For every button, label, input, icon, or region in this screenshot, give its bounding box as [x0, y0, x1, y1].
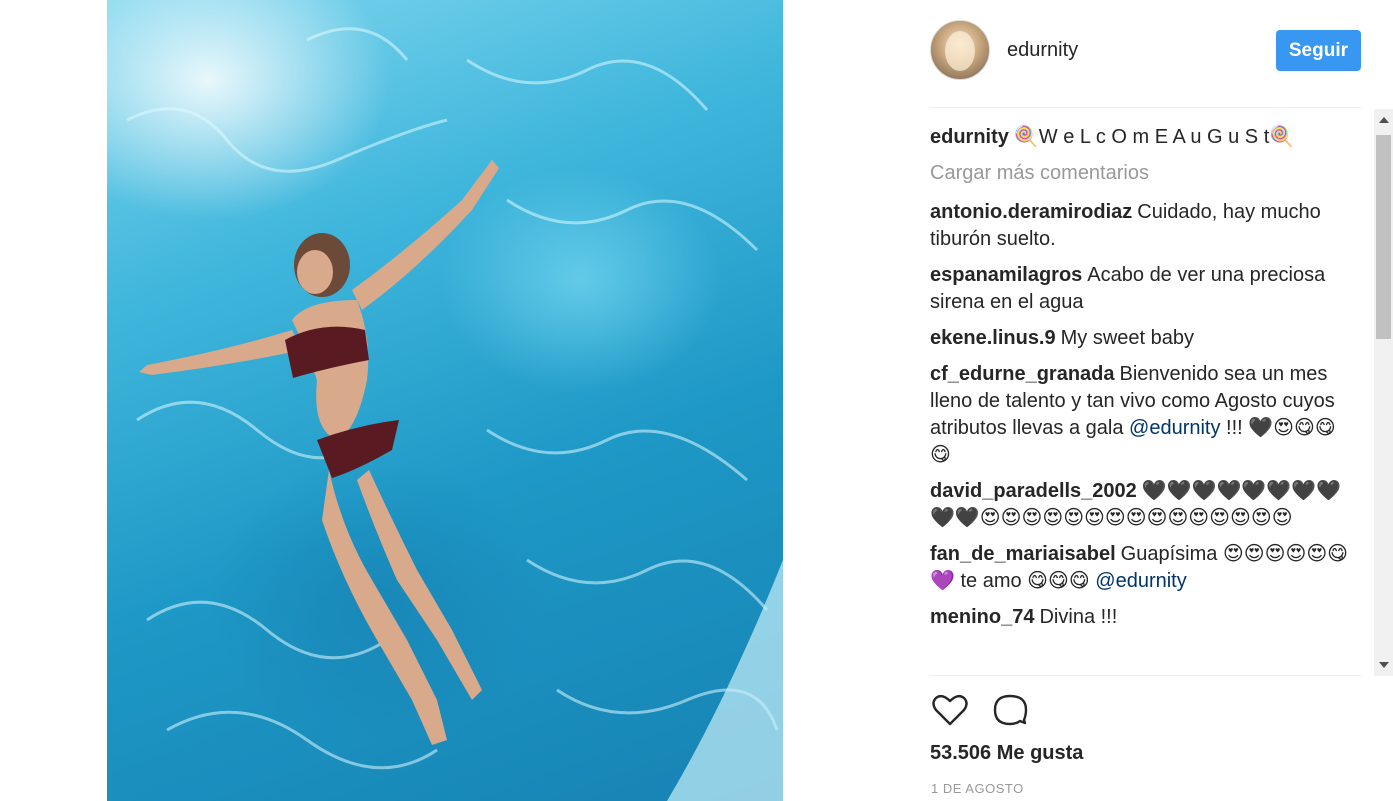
- comments-scrollbar[interactable]: [1374, 109, 1393, 676]
- load-more-comments-link[interactable]: Cargar más comentarios: [930, 160, 1370, 187]
- list-item: fan_de_mariaisabel Guapísima 😍😍😍😍😍😋💜 te a…: [930, 541, 1350, 595]
- list-item: ekene.linus.9 My sweet baby: [930, 325, 1350, 352]
- post-date[interactable]: 1 DE AGOSTO: [931, 781, 1024, 796]
- comment-username[interactable]: cf_edurne_granada: [930, 363, 1115, 385]
- comment-username[interactable]: antonio.deramirodiaz: [930, 201, 1132, 223]
- author-username[interactable]: edurnity: [1007, 39, 1078, 62]
- comment-username[interactable]: menino_74: [930, 606, 1034, 628]
- comment-username[interactable]: david_paradells_2002: [930, 480, 1137, 502]
- list-item: menino_74 Divina !!!: [930, 604, 1350, 631]
- follow-button[interactable]: Seguir: [1275, 30, 1361, 71]
- mention-link[interactable]: @edurnity: [1095, 570, 1186, 592]
- likes-count[interactable]: 53.506 Me gusta: [930, 742, 1083, 765]
- list-item: antonio.deramirodiaz Cuidado, hay mucho t…: [930, 199, 1350, 253]
- list-item: david_paradells_2002 🖤🖤🖤🖤🖤🖤🖤🖤🖤🖤😍😍😍😍😍😍😍😍😍😍…: [930, 478, 1350, 532]
- speech-bubble-icon: [993, 694, 1028, 726]
- caption: edurnity 🍭W e L c O m E A u G u S t🍭: [930, 124, 1350, 151]
- divider: [930, 107, 1361, 108]
- scroll-thumb[interactable]: [1376, 135, 1391, 339]
- list-item: cf_edurne_granada Bienvenido sea un mes l…: [930, 361, 1350, 469]
- caption-username[interactable]: edurnity: [930, 126, 1009, 148]
- list-item: espanamilagros Acabo de ver una preciosa …: [930, 262, 1350, 316]
- scroll-down-arrow-icon[interactable]: [1379, 662, 1389, 668]
- comment-text: Divina !!!: [1039, 606, 1118, 628]
- comment-text: My sweet baby: [1060, 327, 1195, 349]
- pool-swimmer-image: [126, 27, 783, 801]
- comment-username[interactable]: espanamilagros: [930, 264, 1082, 286]
- comment-button[interactable]: [990, 690, 1030, 730]
- heart-outline-icon: [932, 694, 968, 726]
- scroll-up-arrow-icon[interactable]: [1379, 117, 1389, 123]
- like-button[interactable]: [930, 690, 970, 730]
- divider: [930, 675, 1361, 676]
- post-header: edurnity Seguir: [930, 20, 1361, 80]
- comment-username[interactable]: ekene.linus.9: [930, 327, 1056, 349]
- mention-link[interactable]: @edurnity: [1129, 417, 1220, 439]
- comment-username[interactable]: fan_de_mariaisabel: [930, 543, 1116, 565]
- post-photo[interactable]: [107, 0, 783, 801]
- comments-list: edurnity 🍭W e L c O m E A u G u S t🍭 Carg…: [930, 124, 1370, 670]
- caption-text: 🍭W e L c O m E A u G u S t🍭: [1013, 126, 1295, 148]
- avatar[interactable]: [930, 20, 990, 80]
